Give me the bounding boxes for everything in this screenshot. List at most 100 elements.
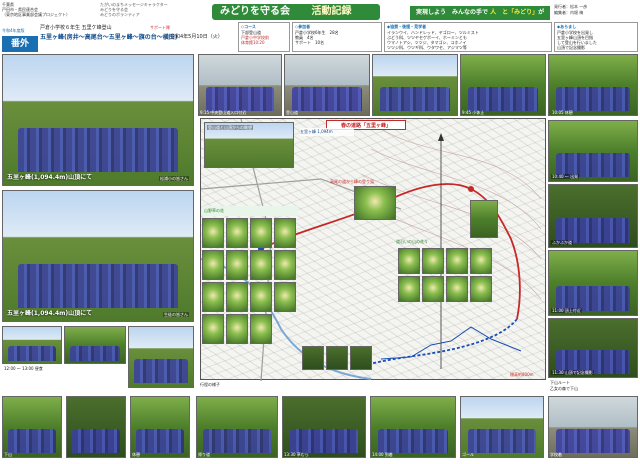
- view-photo-caption: 登山道と山頂からの眺望: [207, 125, 253, 130]
- descent-caption-1: 下山: [4, 452, 12, 457]
- trail-detail-photo: [302, 346, 324, 370]
- flower-photo: [274, 218, 296, 248]
- descent-end-caption: 乙女の森で下山: [550, 386, 578, 391]
- issuer-line: 編集者：内堀 梅: [554, 10, 584, 15]
- descent-photo-7: [460, 396, 544, 458]
- route-caption-1: 9:15 中央登山道入口付近: [200, 110, 247, 115]
- descent-photo-4: [196, 396, 278, 458]
- support-tag: サポート隊: [150, 25, 170, 30]
- route-photo-5: [548, 54, 638, 116]
- descent-caption-7: ゴール: [462, 452, 474, 457]
- flower-photo: [202, 314, 224, 344]
- mascot-text: みどりのボランティア: [100, 12, 140, 17]
- trail-detail-photo: [350, 346, 372, 370]
- descent-caption-3: 休憩: [132, 452, 140, 457]
- descent-route-caption: 下山ルート: [550, 380, 570, 385]
- flower-photo: [226, 314, 248, 344]
- lunch-caption: 12:00 ～ 13:00 昼食: [4, 366, 43, 371]
- flower-caption: 山野草の花: [202, 206, 298, 216]
- descent-caption-5: 13:30 草むら: [284, 452, 309, 457]
- participants-head: ◇参加者: [295, 24, 311, 29]
- summit-group-photo-1: 五里ヶ峰(1,094.4m)山頂にて 松浦小の皆さん: [2, 54, 194, 186]
- flower-photo: [202, 218, 224, 248]
- trail-photo-1: 10:40 ～ 出発: [548, 120, 638, 182]
- summit-marker-icon: [468, 186, 474, 192]
- flower-photo: [250, 218, 272, 248]
- plant-photo: [470, 248, 492, 274]
- route-caption-5: 10:05 休憩: [552, 110, 573, 115]
- trail-caption-3: 11:00 頂上付近: [551, 308, 582, 313]
- plant-photo: [446, 276, 468, 302]
- trail-photo-4: 11:30 山頂で記念撮影: [548, 318, 638, 378]
- trail-caption-2: ふかふか道: [551, 240, 573, 245]
- north-arrow-icon: [438, 133, 444, 141]
- flower-photo: [274, 282, 296, 312]
- trail-detail-photo: [326, 346, 348, 370]
- slogan-highlight: 「みどり」: [508, 9, 539, 16]
- lunch-photo-3: [128, 326, 194, 388]
- event-date: 令和4年5月10日（火）: [170, 34, 223, 40]
- plant-photo: [398, 248, 420, 274]
- course-line: 体育館10:20: [241, 40, 265, 45]
- organizations-head: ◆協賛・後援・見学者: [387, 24, 427, 29]
- descent-photo-6: [370, 396, 456, 458]
- trail-photo-2: ふかふか道: [548, 184, 638, 248]
- map-note: 高尾の道から峰の登り見: [330, 179, 374, 184]
- title-banner: みどりを守る会 活動記録: [212, 4, 380, 20]
- participants-line: サポート 10名: [295, 40, 325, 45]
- contour-line: [380, 128, 542, 200]
- route-photo-2: [284, 54, 370, 116]
- flower-photo: [274, 250, 296, 280]
- route-caption-4: 9:45 小休止: [462, 110, 485, 115]
- lunch-photo-1: [2, 326, 62, 364]
- course-head: ◇コース: [241, 24, 256, 29]
- trail-caption-4: 11:30 山頂で記念撮影: [551, 370, 594, 375]
- students-group: [18, 127, 178, 172]
- plant-photo: [422, 248, 444, 274]
- view-photo: 登山道と山頂からの眺望: [204, 122, 294, 168]
- descent-photo-3: [130, 396, 190, 458]
- descent-photo-8: [548, 396, 638, 458]
- plant-photo: [422, 276, 444, 302]
- trail-caption-1: 10:40 ～ 出発: [551, 174, 580, 179]
- slogan-bar: 実現しよう みんなの手で 人 と「みどり」が輝く千葉県: [410, 6, 550, 30]
- lunch-photo-2: [64, 326, 126, 364]
- page-subtitle: 活動記録: [311, 6, 352, 17]
- flower-photo: [226, 218, 248, 248]
- flower-photo: [226, 282, 248, 312]
- slogan-prefix: 実現しよう みんなの手で: [416, 9, 489, 16]
- plants-caption: 道沿いの山の花々: [396, 239, 428, 244]
- descent-caption-6: 14:00 到着: [372, 452, 393, 457]
- trail-photo-3: 11:00 頂上付近: [548, 250, 638, 316]
- schedule-head: ◆あらまし: [557, 24, 577, 29]
- flower-photo: [202, 282, 224, 312]
- route-photo-1: [198, 54, 282, 116]
- students-group: [18, 263, 178, 308]
- descent-photo-2: [66, 396, 126, 458]
- route-photo-3: [372, 54, 458, 116]
- route-caption-2: 登山道: [286, 110, 298, 115]
- summit-group-photo-2: 五里ヶ峰(1,094.4m)山頂にて 生徒の皆さん: [2, 190, 194, 322]
- summit-label-2: 生徒の皆さん: [163, 312, 189, 317]
- elevation-label: 標高約800m: [510, 372, 534, 377]
- descent-photo-5: [282, 396, 366, 458]
- peak-label: 五里ヶ峰 1,094m: [300, 128, 354, 136]
- descent-caption-8: 学校着: [550, 452, 562, 457]
- org-line: （東京地区事業部会議プロジェクト）: [2, 12, 70, 17]
- flower-photo: [250, 282, 272, 312]
- organizations-line: ツツジ科、ウツギ科、ウタワセ、アジマツ等: [387, 45, 467, 50]
- page-title: みどりを守る会: [220, 6, 290, 17]
- plant-photo: [470, 276, 492, 302]
- insect-inset-photo: [470, 200, 498, 238]
- plant-photo: [446, 248, 468, 274]
- descent-photo-1: [2, 396, 62, 458]
- schedule-box: ◆あらまし 戸倉小学校を出発し 五里ヶ峰山頂を目指 して登山を行いました 山頂で…: [554, 22, 638, 52]
- event-title: 五里ヶ峰(房井～高尾台～五里ヶ峰～旗の台～横田): [40, 34, 178, 41]
- route-caption-overview: 行程の様子: [200, 382, 220, 387]
- organizations-box: ◆協賛・後援・見学者 イランウイ、ハンドレッド、ヤゴロー、ツルミスト ぶどう科、…: [384, 22, 552, 52]
- flower-photo: [226, 250, 248, 280]
- participants-box: ◇参加者 戸倉小学校6年生 28名 教員 4名 サポート 10名: [292, 22, 382, 52]
- summit-label-1: 松浦小の皆さん: [159, 176, 189, 181]
- edition-label: 令和4年度版: [2, 28, 25, 33]
- flower-photo: [202, 250, 224, 280]
